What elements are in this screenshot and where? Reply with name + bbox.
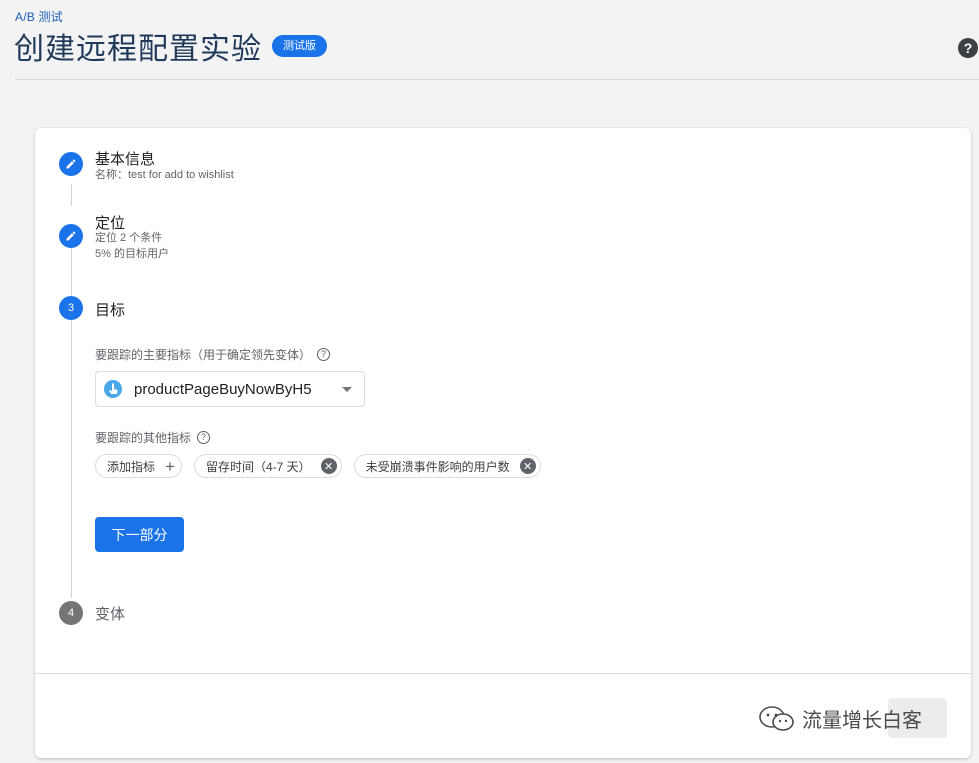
page-header: A/B 测试 创建远程配置实验 测试版 ? [0,0,979,80]
dropdown-caret-icon[interactable] [342,387,352,392]
metric-chip-label: 留存时间（4-7 天） [205,459,311,474]
step-subtitle: 定位 2 个条件 [95,232,163,244]
wechat-icon [759,705,794,731]
help-icon[interactable]: ? [197,431,211,444]
step-title-targeting[interactable]: 定位 [95,212,125,233]
step-connector [71,248,72,296]
add-metric-label: 添加指标 [107,459,156,474]
other-metrics-label-text: 要跟踪的其他指标 [95,431,192,445]
card-footer-divider [35,673,971,674]
beta-badge: 测试版 [272,35,327,57]
breadcrumb[interactable]: A/B 测试 [15,8,63,25]
edit-pencil-icon[interactable] [59,152,83,176]
step-number-badge: 4 [59,601,83,625]
metric-chip[interactable]: 未受崩溃事件影响的用户数 ✕ [353,454,541,478]
metric-chip[interactable]: 留存时间（4-7 天） ✕ [193,454,342,478]
step-title-goals: 目标 [95,302,126,319]
watermark-text: 流量增长白客 [802,710,922,732]
metric-chip-label: 未受崩溃事件影响的用户数 [365,459,510,474]
watermark: 流量增长白客 [758,704,922,733]
help-circle-icon[interactable]: ? [958,38,978,58]
step-subtitle: 名称：test for add to wishlist [95,169,234,181]
primary-metric-value: productPageBuyNowByH5 [134,380,312,398]
edit-pencil-icon[interactable] [59,224,83,248]
remove-chip-icon[interactable]: ✕ [320,458,337,474]
touch-event-icon [104,380,122,398]
step-connector [71,320,72,598]
other-metrics-label: 要跟踪的其他指标 ? [95,429,211,446]
metric-chips: 添加指标 + 留存时间（4-7 天） ✕ 未受崩溃事件影响的用户数 ✕ [95,454,553,478]
page-title: 创建远程配置实验 [14,33,262,66]
step-title-variants: 变体 [95,606,126,623]
experiment-stepper-card: 基本信息 名称：test for add to wishlist 定位 定位 2… [35,128,971,758]
step-connector [71,184,72,206]
plus-icon[interactable]: + [165,458,175,475]
primary-metric-select[interactable]: productPageBuyNowByH5 [95,371,365,407]
add-metric-chip[interactable]: 添加指标 + [95,454,182,478]
step-title-basic-info[interactable]: 基本信息 [95,148,155,169]
title-row: 创建远程配置实验 测试版 [14,24,327,68]
primary-metric-label-text: 要跟踪的主要指标（用于确定领先变体） [95,348,312,362]
help-icon[interactable]: ? [317,348,331,361]
step-number-badge: 3 [59,296,83,320]
step-subtitle: 5% 的目标用户 [95,248,169,260]
primary-metric-label: 要跟踪的主要指标（用于确定领先变体） ? [95,346,331,363]
next-section-button[interactable]: 下一部分 [95,517,184,552]
header-divider [15,79,979,80]
remove-chip-icon[interactable]: ✕ [519,458,536,474]
